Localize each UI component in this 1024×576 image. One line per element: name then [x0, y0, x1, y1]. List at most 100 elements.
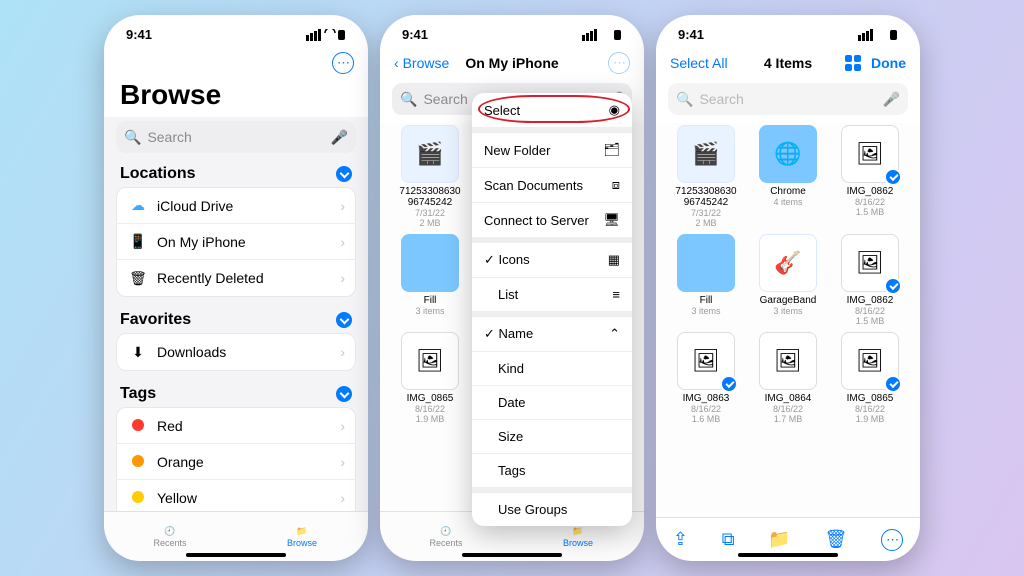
back-button[interactable]: ‹ Browse: [394, 55, 449, 71]
menu-date[interactable]: Date: [472, 386, 632, 420]
nav-row: Select All 4 Items Done: [656, 49, 920, 77]
grid-icon: ▦: [608, 252, 620, 268]
cloud-icon: ☁︎: [127, 197, 149, 214]
file-item[interactable]: 🎬71253308630967452427/31/222 MB: [666, 125, 746, 228]
menu-list[interactable]: List≡: [472, 278, 632, 317]
location-deleted[interactable]: 🗑Recently Deleted›: [117, 260, 355, 296]
menu-connect[interactable]: Connect to Server🖥: [472, 203, 632, 243]
chevron-down-icon: [336, 166, 352, 182]
page-title: Browse: [104, 77, 368, 117]
locations-header[interactable]: Locations: [104, 161, 368, 185]
view-grid-icon[interactable]: [845, 55, 861, 71]
search-icon: 🔍: [676, 91, 693, 108]
chevron-down-icon: [336, 312, 352, 328]
menu-size[interactable]: Size: [472, 420, 632, 454]
duplicate-button[interactable]: ⧉: [722, 529, 735, 550]
search-input[interactable]: 🔍 Search 🎤: [116, 121, 356, 153]
chevron-right-icon: ›: [340, 344, 345, 360]
chevron-right-icon: ›: [340, 198, 345, 214]
file-item[interactable]: 🌐Chrome4 items: [748, 125, 828, 228]
menu-scan[interactable]: Scan Documents⧈: [472, 168, 632, 203]
more-button[interactable]: ⋯: [881, 529, 903, 551]
share-button[interactable]: ⇪: [673, 529, 688, 550]
file-item[interactable]: 🖼IMG_08628/16/221.5 MB: [830, 234, 910, 326]
tag-orange[interactable]: Orange›: [117, 444, 355, 480]
move-button[interactable]: 📁: [768, 529, 790, 550]
page-title: On My iPhone: [465, 55, 558, 71]
chevron-up-icon: ⌃: [609, 326, 620, 342]
home-indicator[interactable]: [186, 553, 286, 557]
done-button[interactable]: Done: [871, 55, 906, 71]
checkmark-icon: [884, 168, 902, 186]
scan-icon: ⧈: [612, 177, 620, 193]
favorites-list: ⬇︎Downloads›: [116, 333, 356, 371]
search-icon: 🔍: [400, 91, 417, 108]
menu-use-groups[interactable]: Use Groups: [472, 493, 632, 526]
chevron-right-icon: ›: [340, 234, 345, 250]
file-item[interactable]: 🖼IMG_08658/16/221.9 MB: [830, 332, 910, 424]
menu-icons[interactable]: ✓ Icons▦: [472, 243, 632, 278]
status-icons: [858, 27, 898, 42]
menu-name[interactable]: ✓ Name⌃: [472, 317, 632, 352]
tag-red[interactable]: Red›: [117, 408, 355, 444]
favorites-header[interactable]: Favorites: [104, 307, 368, 331]
phone-browse: 9:41 ⋯ Browse 🔍 Search 🎤 Locations ☁︎iCl…: [104, 15, 368, 561]
file-item[interactable]: 🎬71253308630967452427/31/222 MB: [390, 125, 470, 228]
file-item[interactable]: 🖼IMG_08658/16/221.9 MB: [390, 332, 470, 424]
chevron-right-icon: ›: [340, 270, 345, 286]
page-title: 4 Items: [764, 55, 812, 71]
menu-new-folder[interactable]: New Folder🗂: [472, 133, 632, 168]
home-indicator[interactable]: [738, 553, 838, 557]
location-iphone[interactable]: 📱On My iPhone›: [117, 224, 355, 260]
locations-list: ☁︎iCloud Drive› 📱On My iPhone› 🗑Recently…: [116, 187, 356, 297]
clock-icon: 🕘: [164, 526, 175, 537]
select-all-button[interactable]: Select All: [670, 55, 728, 71]
mic-icon[interactable]: 🎤: [331, 129, 348, 146]
search-icon: 🔍: [124, 129, 141, 146]
file-item[interactable]: 🖼IMG_08648/16/221.7 MB: [748, 332, 828, 424]
mic-icon: 🎤: [883, 91, 900, 108]
status-time: 9:41: [402, 27, 428, 42]
download-icon: ⬇︎: [127, 344, 149, 361]
file-grid: 🎬71253308630967452427/31/222 MB🌐Chrome4 …: [666, 125, 910, 424]
status-time: 9:41: [126, 27, 152, 42]
checkmark-icon: [884, 375, 902, 393]
file-item[interactable]: 🖼IMG_08628/16/221.5 MB: [830, 125, 910, 228]
menu-select[interactable]: Select◉: [472, 93, 632, 133]
phone-selection: 9:41 Select All 4 Items Done 🔍 Search 🎤 …: [656, 15, 920, 561]
tags-list: Red›Orange›Yellow›Green›Blue›Purple›: [116, 407, 356, 511]
status-time: 9:41: [678, 27, 704, 42]
server-icon: 🖥: [603, 212, 620, 228]
checkmark-icon: [720, 375, 738, 393]
status-bar: 9:41: [380, 15, 644, 49]
context-menu: Select◉ New Folder🗂 Scan Documents⧈ Conn…: [472, 93, 632, 526]
delete-button[interactable]: 🗑: [825, 529, 848, 550]
status-bar: 9:41: [656, 15, 920, 49]
search-placeholder: Search: [147, 129, 191, 145]
folder-icon: 📁: [296, 526, 307, 537]
favorite-downloads[interactable]: ⬇︎Downloads›: [117, 334, 355, 370]
select-icon: ◉: [609, 102, 620, 118]
tag-yellow[interactable]: Yellow›: [117, 480, 355, 511]
tags-header[interactable]: Tags: [104, 381, 368, 405]
checkmark-icon: [884, 277, 902, 295]
phone-on-my-iphone: 9:41 ‹ Browse On My iPhone ⋯ 🔍 Search 🎤 …: [380, 15, 644, 561]
chevron-down-icon: [336, 386, 352, 402]
menu-kind[interactable]: Kind: [472, 352, 632, 386]
file-item[interactable]: Fill3 items: [666, 234, 746, 326]
file-item[interactable]: 🎸GarageBand3 items: [748, 234, 828, 326]
nav-row: ‹ Browse On My iPhone ⋯: [380, 49, 644, 77]
search-input[interactable]: 🔍 Search 🎤: [668, 83, 908, 115]
trash-icon: 🗑: [127, 270, 149, 287]
clock-icon: 🕘: [440, 526, 451, 537]
location-icloud[interactable]: ☁︎iCloud Drive›: [117, 188, 355, 224]
home-indicator[interactable]: [462, 553, 562, 557]
menu-tags[interactable]: Tags: [472, 454, 632, 493]
folder-plus-icon: 🗂: [603, 142, 620, 158]
file-item[interactable]: Fill3 items: [390, 234, 470, 326]
status-bar: 9:41: [104, 15, 368, 49]
file-item[interactable]: 🖼IMG_08638/16/221.6 MB: [666, 332, 746, 424]
more-button[interactable]: ⋯: [608, 52, 630, 74]
status-icons: [306, 27, 346, 42]
more-button[interactable]: ⋯: [332, 52, 354, 74]
